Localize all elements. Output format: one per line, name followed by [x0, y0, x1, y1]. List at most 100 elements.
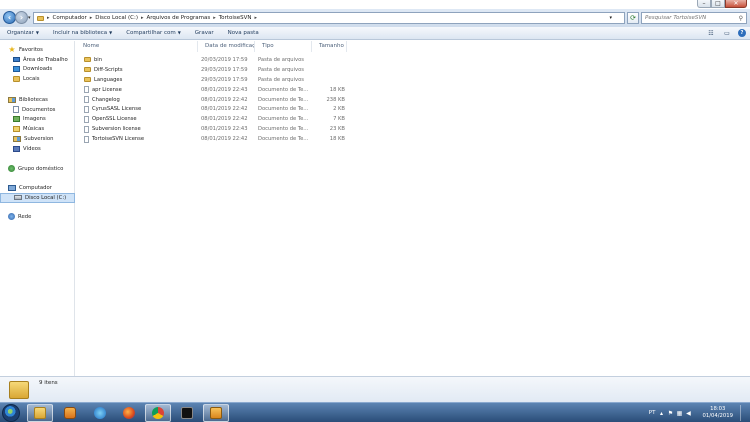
- preview-pane-icon[interactable]: ▭: [722, 29, 732, 37]
- nav-places[interactable]: Locais: [0, 74, 75, 84]
- media-player-icon: [64, 407, 76, 419]
- address-bar[interactable]: ▸ Computador ▸ Disco Local (C:) ▸ Arquiv…: [33, 12, 625, 24]
- maximize-button[interactable]: □: [711, 0, 725, 8]
- downloads-icon: [13, 66, 20, 73]
- file-row[interactable]: TortoiseSVN License 08/01/2019 22:42 Docum…: [76, 134, 347, 144]
- computer-icon: [8, 184, 16, 191]
- chevron-right-icon[interactable]: ▸: [90, 15, 93, 21]
- nav-desktop[interactable]: Área de Trabalho: [0, 55, 75, 65]
- refresh-icon: ⟳: [630, 14, 636, 22]
- nav-favorites[interactable]: ★ Favoritos: [0, 45, 75, 55]
- clock-time: 18:03: [710, 406, 726, 412]
- breadcrumb-disk[interactable]: Disco Local (C:): [95, 15, 138, 21]
- breadcrumb-computer[interactable]: Computador: [53, 15, 87, 21]
- share-with-button[interactable]: Compartilhar com ▼: [119, 30, 188, 36]
- taskbar-outlook[interactable]: [203, 404, 229, 422]
- taskbar-media-player[interactable]: [57, 404, 83, 422]
- volume-icon[interactable]: ◀: [685, 410, 691, 417]
- column-header-type[interactable]: Tipo: [255, 41, 312, 52]
- new-folder-button[interactable]: Nova pasta: [221, 30, 266, 36]
- file-name-cell: Diff-Scripts: [76, 67, 198, 73]
- music-icon: [13, 126, 20, 133]
- taskbar-internet-explorer[interactable]: [87, 404, 113, 422]
- file-row[interactable]: Subversion license 08/01/2019 22:43 Docume…: [76, 124, 347, 134]
- file-name: Diff-Scripts: [94, 66, 123, 73]
- chevron-down-icon[interactable]: ▾: [609, 15, 612, 21]
- file-row[interactable]: Languages 29/03/2019 17:59 Pasta de arquiv…: [76, 75, 347, 85]
- refresh-button[interactable]: ⟳: [627, 12, 639, 24]
- nav-images[interactable]: Imagens: [0, 115, 75, 125]
- text-file-icon: [84, 96, 89, 103]
- include-in-library-button[interactable]: Incluir na biblioteca ▼: [46, 30, 119, 36]
- view-controls: ☷ ▭ ?: [706, 29, 746, 37]
- file-name: CyrusSASL License: [92, 106, 142, 113]
- chevron-right-icon[interactable]: ▸: [141, 15, 144, 21]
- file-type: Pasta de arquivos: [258, 56, 304, 63]
- clock[interactable]: 18:03 01/04/2019: [702, 406, 733, 420]
- nav-downloads[interactable]: Downloads: [0, 65, 75, 75]
- breadcrumb-tortoisesvn[interactable]: TortoiseSVN: [219, 15, 252, 21]
- file-name: Subversion license: [92, 126, 141, 133]
- file-name-cell: CyrusSASL License: [76, 105, 198, 113]
- chevron-right-icon[interactable]: ▸: [213, 15, 216, 21]
- taskbar-chrome[interactable]: [145, 404, 171, 422]
- nav-computer[interactable]: Computador: [0, 183, 75, 193]
- details-pane: 9 itens: [0, 376, 750, 402]
- minimize-button[interactable]: –: [697, 0, 711, 8]
- taskbar-command-prompt[interactable]: [174, 404, 200, 422]
- nav-local-disk[interactable]: Disco Local (C:): [0, 192, 75, 203]
- nav-homegroup[interactable]: Grupo doméstico: [0, 164, 75, 174]
- burn-button[interactable]: Gravar: [188, 30, 221, 36]
- network-tray-icon[interactable]: ▦: [676, 410, 683, 417]
- nav-documents[interactable]: Documentos: [0, 105, 75, 115]
- search-input[interactable]: [645, 15, 735, 21]
- column-header-size[interactable]: Tamanho: [312, 41, 347, 52]
- help-icon[interactable]: ?: [738, 29, 746, 37]
- chevron-right-icon[interactable]: ▸: [47, 15, 50, 21]
- change-view-icon[interactable]: ☷: [706, 29, 716, 37]
- file-size: 238 KB: [326, 96, 345, 103]
- file-row[interactable]: bin 20/03/2019 17:59 Pasta de arquivos: [76, 55, 347, 65]
- show-desktop-button[interactable]: [740, 405, 746, 421]
- file-row[interactable]: Changelog 08/01/2019 22:42 Documento de Te…: [76, 95, 347, 105]
- nav-network[interactable]: Rede: [0, 212, 75, 222]
- flag-icon[interactable]: ⚑: [667, 410, 673, 417]
- nav-videos[interactable]: Vídeos: [0, 144, 75, 154]
- chevron-down-icon: ▼: [177, 30, 181, 35]
- forward-button[interactable]: ›: [15, 11, 28, 24]
- search-box[interactable]: ⚲: [641, 12, 747, 24]
- file-row[interactable]: OpenSSL License 08/01/2019 22:42 Documento…: [76, 114, 347, 124]
- file-row[interactable]: Diff-Scripts 29/03/2019 17:59 Pasta de arq…: [76, 65, 347, 75]
- show-hidden-icons-icon[interactable]: ▴: [658, 410, 664, 417]
- column-header-name[interactable]: Nome: [76, 41, 198, 52]
- file-list-pane: Nome Data de modificaç... Tipo Tamanho b…: [76, 41, 750, 376]
- nav-subversion[interactable]: Subversion: [0, 134, 75, 144]
- libraries-group: Bibliotecas Documentos Imagens Músicas S…: [0, 95, 75, 154]
- start-button[interactable]: [2, 404, 20, 422]
- file-name: OpenSSL License: [92, 116, 137, 123]
- file-name-cell: TortoiseSVN License: [76, 135, 198, 143]
- taskbar-explorer[interactable]: [27, 404, 53, 422]
- language-indicator[interactable]: PT: [649, 410, 656, 416]
- close-button[interactable]: ✕: [725, 0, 747, 8]
- file-name: Languages: [94, 76, 123, 83]
- arrow-right-icon: ›: [19, 13, 24, 22]
- taskbar-firefox[interactable]: [116, 404, 142, 422]
- homegroup-icon: [8, 165, 15, 173]
- nav-music[interactable]: Músicas: [0, 124, 75, 134]
- search-icon[interactable]: ⚲: [739, 15, 743, 22]
- internet-explorer-icon: [94, 407, 106, 419]
- file-name-cell: OpenSSL License: [76, 115, 198, 123]
- file-list: bin 20/03/2019 17:59 Pasta de arquivos Diff…: [76, 55, 347, 144]
- nav-libraries[interactable]: Bibliotecas: [0, 95, 75, 105]
- firefox-icon: [123, 407, 135, 419]
- breadcrumb-program-files[interactable]: Arquivos de Programas: [147, 15, 211, 21]
- file-row[interactable]: apr License 08/01/2019 22:43 Documento de …: [76, 85, 347, 95]
- file-date: 29/03/2019 17:59: [201, 66, 248, 73]
- recent-pages-dropdown[interactable]: ▾: [28, 15, 31, 21]
- file-row[interactable]: CyrusSASL License 08/01/2019 22:42 Documen…: [76, 104, 347, 114]
- chevron-right-icon[interactable]: ▸: [254, 15, 257, 21]
- file-type: Documento de Te...: [258, 136, 309, 143]
- organize-button[interactable]: Organizar ▼: [0, 30, 46, 36]
- column-header-date[interactable]: Data de modificaç...: [198, 41, 255, 52]
